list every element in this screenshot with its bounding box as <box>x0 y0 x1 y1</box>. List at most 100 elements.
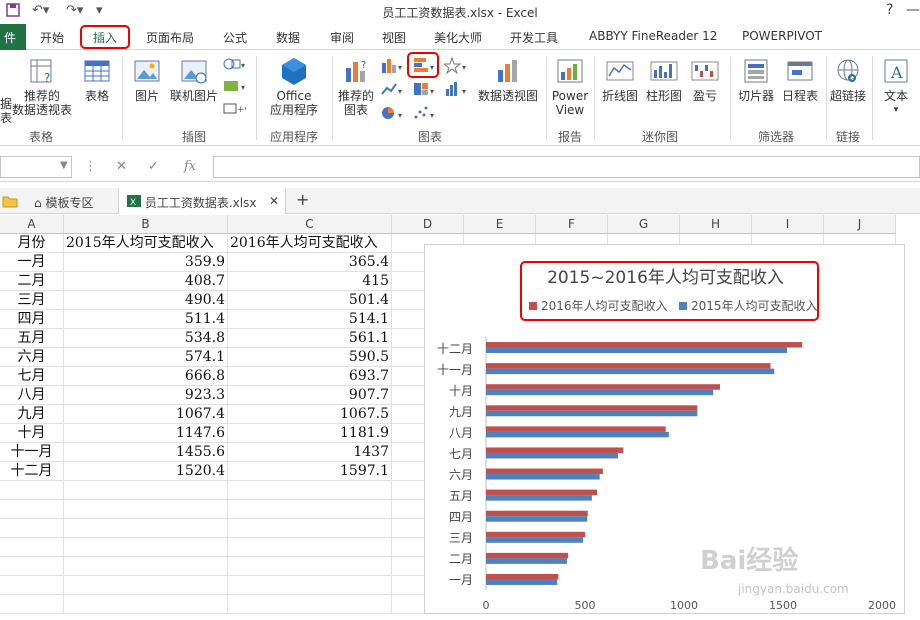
other-charts-icon[interactable]: ▾ <box>442 56 470 77</box>
cell-a16[interactable] <box>0 519 64 538</box>
bar-chart[interactable]: 2015~2016年人均可支配收入 2016年人均可支配收入 2015年人均可支… <box>424 244 905 614</box>
cell-b12[interactable]: 1455.6 <box>64 443 228 462</box>
cell-a10[interactable]: 九月 <box>0 405 64 424</box>
pie-chart-icon[interactable]: ▾ <box>380 104 406 125</box>
hierarchy-chart-icon[interactable]: ▾ <box>412 80 438 101</box>
bar-2015-8[interactable] <box>486 431 669 438</box>
cell-c17[interactable] <box>228 538 392 557</box>
tab-meihua[interactable]: 美化大师 <box>434 29 482 46</box>
cell-c11[interactable]: 1181.9 <box>228 424 392 443</box>
cell-c18[interactable] <box>228 557 392 576</box>
cell-a13[interactable]: 十二月 <box>0 462 64 481</box>
cell-b16[interactable] <box>64 519 228 538</box>
cell-b4[interactable]: 490.4 <box>64 291 228 310</box>
bar-2016-10[interactable] <box>486 384 721 390</box>
pivot-table-button[interactable]: 据 表 <box>0 97 12 125</box>
folder-icon[interactable] <box>0 188 26 214</box>
cell-a19[interactable] <box>0 576 64 595</box>
cell-b20[interactable] <box>64 595 228 614</box>
stat-chart-icon[interactable]: ▾ <box>444 80 470 101</box>
cell-c6[interactable]: 561.1 <box>228 329 392 348</box>
chevron-down-icon[interactable]: ▼ <box>60 160 68 171</box>
cell-b2[interactable]: 359.9 <box>64 253 228 272</box>
cell-c14[interactable] <box>228 481 392 500</box>
cell-c10[interactable]: 1067.5 <box>228 405 392 424</box>
cell-a3[interactable]: 二月 <box>0 272 64 291</box>
tab-template-zone[interactable]: ⌂ 模板专区 <box>26 188 101 214</box>
cell-c8[interactable]: 693.7 <box>228 367 392 386</box>
cell-b13[interactable]: 1520.4 <box>64 462 228 481</box>
drag-handle-icon[interactable]: ⋮ <box>84 159 97 174</box>
cell-b8[interactable]: 666.8 <box>64 367 228 386</box>
column-header-h[interactable]: H <box>680 215 752 234</box>
tab-page-layout[interactable]: 页面布局 <box>146 29 194 46</box>
tab-file[interactable]: 件 <box>0 24 26 50</box>
bar-2016-6[interactable] <box>486 468 603 475</box>
enter-icon[interactable]: ✓ <box>148 159 159 174</box>
online-picture-button[interactable]: 联机图片 <box>170 56 218 103</box>
bar-2016-2[interactable] <box>486 552 569 559</box>
bar-2015-5[interactable] <box>486 495 592 501</box>
cell-b1[interactable]: 2015年人均可支配收入 <box>64 234 228 253</box>
tab-developer[interactable]: 开发工具 <box>510 29 558 46</box>
bar-2015-3[interactable] <box>486 537 584 543</box>
help-icon[interactable]: ? <box>886 2 893 18</box>
cell-c2[interactable]: 365.4 <box>228 253 392 272</box>
cell-a11[interactable]: 十月 <box>0 424 64 443</box>
cell-c13[interactable]: 1597.1 <box>228 462 392 481</box>
cell-b9[interactable]: 923.3 <box>64 386 228 405</box>
add-tab-button[interactable]: + <box>288 188 317 214</box>
column-header-b[interactable]: B <box>64 215 228 234</box>
shapes-icon[interactable]: ▾ <box>222 56 246 75</box>
cell-a8[interactable]: 七月 <box>0 367 64 386</box>
cell-c16[interactable] <box>228 519 392 538</box>
bar-2015-2[interactable] <box>486 558 567 564</box>
scatter-chart-icon[interactable]: ▾ <box>412 104 438 125</box>
picture-button[interactable]: 图片 <box>130 56 164 103</box>
cell-b5[interactable]: 511.4 <box>64 310 228 329</box>
bar-2015-11[interactable] <box>486 368 775 375</box>
tab-abbyy[interactable]: ABBYY FineReader 12 <box>589 29 717 43</box>
bar-2016-1[interactable] <box>486 573 559 580</box>
cell-a9[interactable]: 八月 <box>0 386 64 405</box>
bar-2016-4[interactable] <box>486 510 588 517</box>
timeline-button[interactable]: 日程表 <box>780 56 820 103</box>
sparkline-winloss-button[interactable]: 盈亏 <box>688 56 722 103</box>
sparkline-column-button[interactable]: 柱形图 <box>644 56 684 103</box>
cell-c15[interactable] <box>228 500 392 519</box>
cell-b14[interactable] <box>64 481 228 500</box>
cell-b3[interactable]: 408.7 <box>64 272 228 291</box>
tab-view[interactable]: 视图 <box>382 29 406 46</box>
cell-b7[interactable]: 574.1 <box>64 348 228 367</box>
cell-c9[interactable]: 907.7 <box>228 386 392 405</box>
bar-2015-1[interactable] <box>486 579 558 585</box>
column-header-j[interactable]: J <box>824 215 896 234</box>
cell-c12[interactable]: 1437 <box>228 443 392 462</box>
hyperlink-button[interactable]: 超链接 <box>830 56 866 103</box>
cell-a2[interactable]: 一月 <box>0 253 64 272</box>
tab-powerpivot[interactable]: POWERPIVOT <box>742 29 822 43</box>
cell-c4[interactable]: 501.4 <box>228 291 392 310</box>
bar-2015-4[interactable] <box>486 516 588 522</box>
text-button[interactable]: A 文本 ▾ <box>878 56 914 117</box>
column-header-g[interactable]: G <box>608 215 680 234</box>
cell-c7[interactable]: 590.5 <box>228 348 392 367</box>
cell-b10[interactable]: 1067.4 <box>64 405 228 424</box>
column-header-e[interactable]: E <box>464 215 536 234</box>
pivot-chart-button[interactable]: 数据透视图 <box>476 56 540 103</box>
cell-b6[interactable]: 534.8 <box>64 329 228 348</box>
cell-a12[interactable]: 十一月 <box>0 443 64 462</box>
bar-2015-12[interactable] <box>486 347 788 354</box>
cell-a1[interactable]: 月份 <box>0 234 64 253</box>
tab-employee-salary-workbook[interactable]: X 员工工资数据表.xlsx ✕ <box>118 188 286 214</box>
cell-a7[interactable]: 六月 <box>0 348 64 367</box>
column-chart-icon[interactable]: ▾ <box>380 56 406 77</box>
column-header-f[interactable]: F <box>536 215 608 234</box>
tab-data[interactable]: 数据 <box>276 29 300 46</box>
bar-2015-6[interactable] <box>486 474 600 480</box>
line-chart-icon[interactable]: ▾ <box>380 80 406 101</box>
formula-input[interactable] <box>213 156 920 178</box>
column-header-i[interactable]: I <box>752 215 824 234</box>
column-header-c[interactable]: C <box>228 215 392 234</box>
bar-2016-3[interactable] <box>486 531 586 538</box>
